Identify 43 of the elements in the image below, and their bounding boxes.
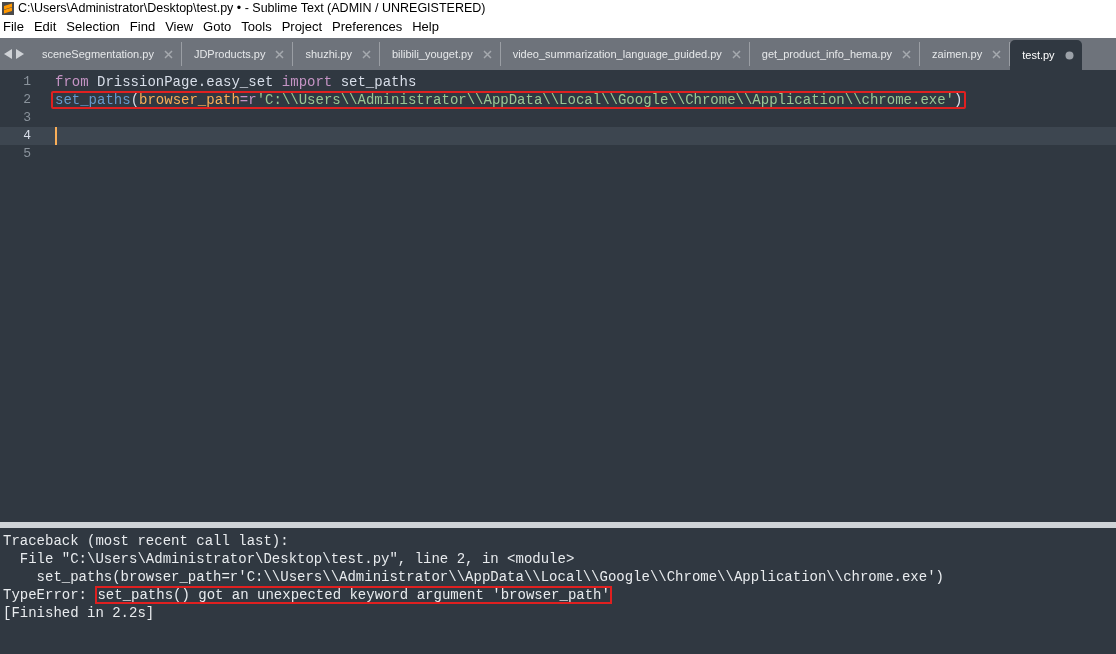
output-text: Traceback (most recent call last): xyxy=(3,532,289,550)
file-tab[interactable]: bilibili_youget.py xyxy=(379,42,501,66)
tab-left-arrow-icon[interactable] xyxy=(4,49,12,59)
output-text: File "C:\Users\Administrator\Desktop\test.py", line 2, in <module> xyxy=(18,550,575,568)
code-line: from DrissionPage.easy_set import set_paths xyxy=(55,73,417,91)
tab-right-arrow-icon[interactable] xyxy=(16,49,24,59)
menu-item[interactable]: Tools xyxy=(238,17,275,37)
line-number: 5 xyxy=(22,145,31,163)
menu-item[interactable]: Project xyxy=(278,17,326,37)
line-number: 3 xyxy=(22,109,31,127)
menu-item[interactable]: Edit xyxy=(30,17,60,37)
line-number: 1 xyxy=(22,73,31,91)
line-number: 2 xyxy=(22,91,31,109)
line-number: 4 xyxy=(22,127,31,145)
text-cursor xyxy=(55,127,57,145)
close-icon[interactable] xyxy=(275,49,285,59)
menu-item[interactable]: View xyxy=(162,17,197,37)
file-tab[interactable]: video_summarization_language_guided.py xyxy=(500,42,750,66)
file-tab[interactable]: JDProducts.py xyxy=(181,42,294,66)
close-icon[interactable] xyxy=(361,49,371,59)
unsaved-dot-icon xyxy=(1064,50,1074,60)
menu-item[interactable]: Help xyxy=(409,17,442,37)
output-text: set_paths() got an unexpected keyword argument 'browser_path' xyxy=(95,586,612,604)
menu-item[interactable]: Preferences xyxy=(329,17,406,37)
menu-item[interactable]: File xyxy=(0,17,27,37)
file-tab[interactable]: shuzhi.py xyxy=(293,42,380,66)
close-icon[interactable] xyxy=(992,49,1002,59)
output-text: TypeError: xyxy=(3,586,88,604)
app-logo-icon xyxy=(2,1,14,15)
menu-item[interactable]: Selection xyxy=(63,17,123,37)
close-icon[interactable] xyxy=(902,49,912,59)
file-tab[interactable]: test.py xyxy=(1010,40,1082,70)
code-line: set_paths(browser_path=r'C:\\Users\\Administrator\\AppData\\Local\\Google\\Chrome\\Application\\chrome.exe') xyxy=(55,93,963,107)
close-icon[interactable] xyxy=(731,49,741,59)
output-text: set_paths(browser_path=r'C:\\Users\\Administrator\\AppData\\Local\\Google\\Chrome\\Application\\chrome.exe') xyxy=(35,568,944,586)
output-text: [Finished in 2.2s] xyxy=(3,604,155,622)
menu-item[interactable]: Goto xyxy=(200,17,235,37)
menu-item[interactable]: Find xyxy=(126,17,159,37)
close-icon[interactable] xyxy=(482,49,492,59)
file-tab[interactable]: sceneSegmentation.py xyxy=(30,42,182,66)
window-title: C:\Users\Administrator\Desktop\test.py • - Sublime Text (ADMIN / UNREGISTERED) xyxy=(18,0,486,17)
close-icon[interactable] xyxy=(163,49,173,59)
file-tab[interactable]: get_product_info_hema.py xyxy=(749,42,921,66)
